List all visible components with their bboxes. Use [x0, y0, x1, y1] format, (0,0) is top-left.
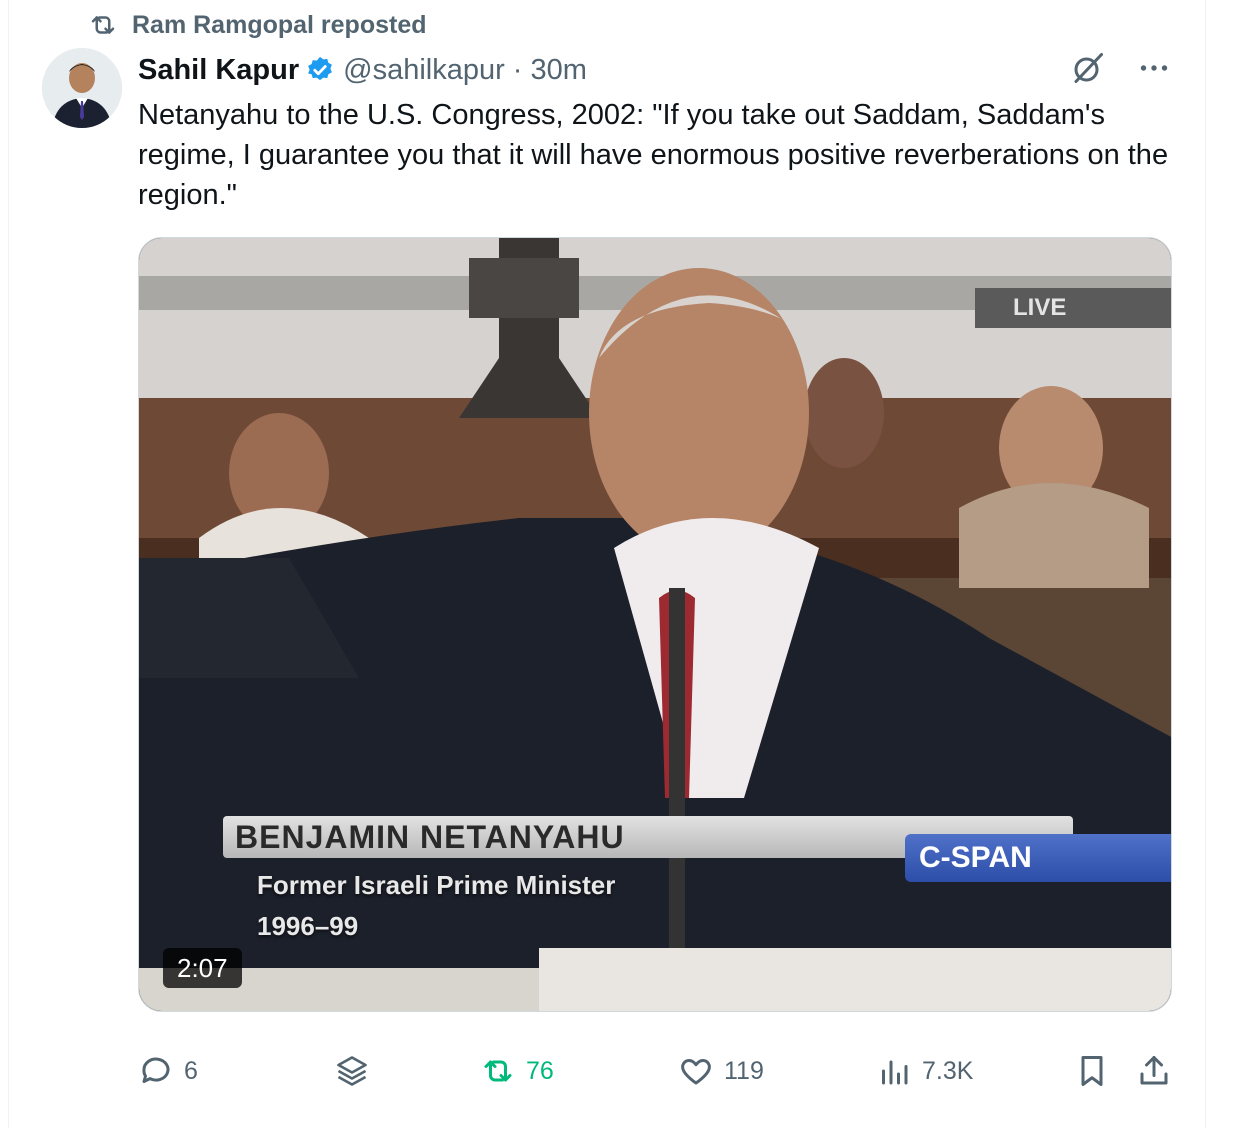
tweet-text: Netanyahu to the U.S. Congress, 2002: "I… — [138, 99, 1169, 211]
like-icon — [681, 1059, 711, 1085]
tweet-header: Sahil Kapur @sahilkapur · 30m — [138, 48, 1176, 92]
live-tag: LIVE — [975, 288, 1171, 328]
avatar-image — [42, 48, 122, 128]
bookmark-icon — [1081, 1056, 1103, 1086]
reply-button[interactable]: 6 — [138, 1048, 198, 1094]
like-button[interactable]: 119 — [678, 1048, 764, 1094]
bookmark-button[interactable] — [1074, 1048, 1110, 1094]
repost-icon — [91, 16, 115, 34]
author-avatar[interactable] — [42, 48, 122, 128]
header-separator: · — [512, 53, 523, 86]
layers-button[interactable] — [334, 1048, 370, 1094]
share-icon — [1140, 1056, 1168, 1085]
repost-button[interactable]: 76 — [480, 1048, 554, 1094]
verified-icon — [308, 56, 333, 81]
header-actions — [1070, 50, 1172, 86]
repost-icon — [484, 1060, 512, 1082]
tweet-timestamp[interactable]: 30m — [530, 54, 586, 87]
video-player[interactable]: LIVE BENJAMIN NETANYAHU C-SPAN Former Is… — [138, 237, 1172, 1012]
caption-years: 1996–99 — [257, 911, 359, 941]
action-bar: 6 76 119 7.3K — [138, 1048, 1178, 1094]
repost-count: 76 — [526, 1056, 554, 1085]
views-button[interactable]: 7.3K — [876, 1048, 973, 1094]
reply-icon — [142, 1057, 170, 1083]
network-logo: C-SPAN — [905, 834, 1171, 882]
reply-count: 6 — [184, 1056, 198, 1085]
view-count: 7.3K — [922, 1056, 974, 1085]
like-count: 119 — [724, 1056, 764, 1085]
share-button[interactable] — [1136, 1048, 1172, 1094]
author-name[interactable]: Sahil Kapur — [138, 54, 299, 87]
author-handle[interactable]: @sahilkapur — [343, 54, 505, 87]
caption-subtitle: Former Israeli Prime Minister — [257, 870, 616, 900]
repost-banner-text: Ram Ramgopal reposted — [132, 10, 427, 39]
more-icon[interactable] — [1136, 50, 1172, 86]
video-duration: 2:07 — [163, 948, 242, 988]
layers-icon — [337, 1056, 367, 1086]
grok-icon[interactable] — [1070, 50, 1106, 86]
repost-banner[interactable]: Ram Ramgopal reposted — [88, 8, 427, 42]
views-icon — [882, 1060, 908, 1085]
